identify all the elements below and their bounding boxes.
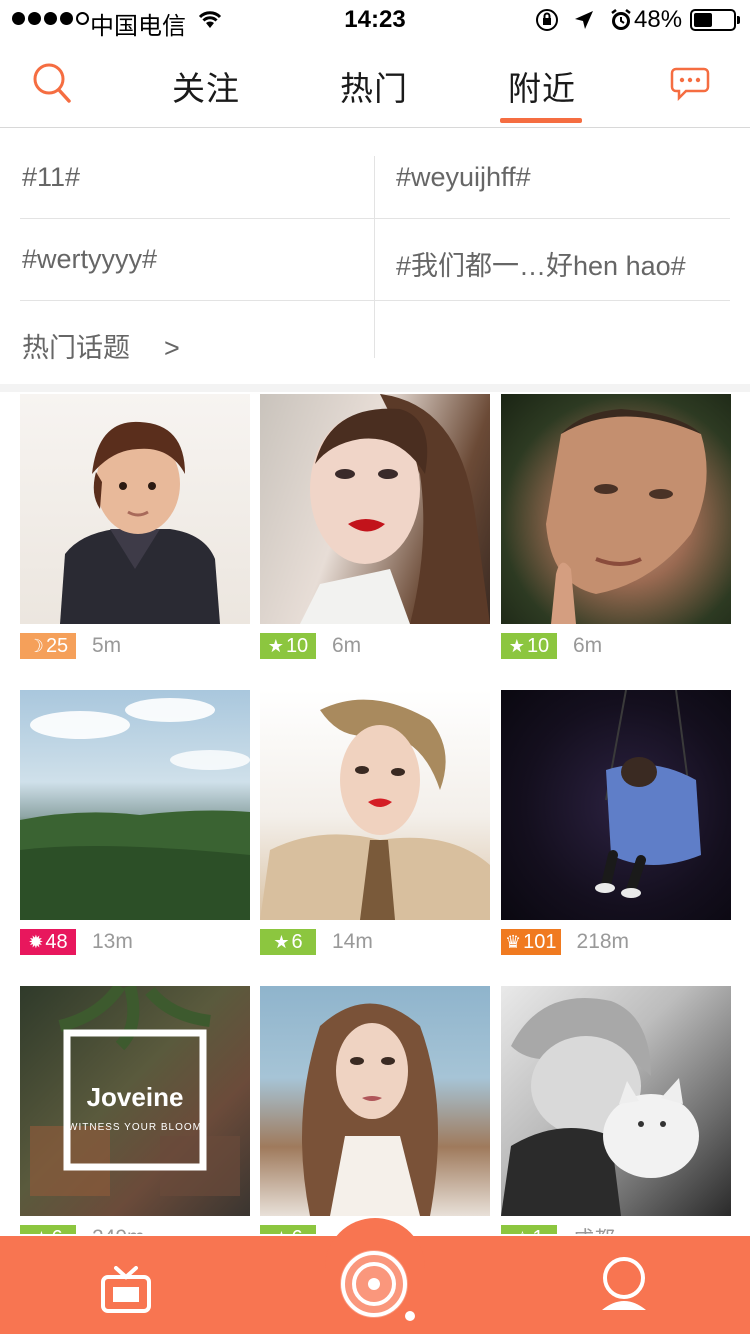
active-tab-indicator — [500, 118, 582, 123]
profile-icon[interactable] — [596, 1256, 652, 1317]
photo-man-portrait[interactable] — [501, 394, 731, 624]
photo-woman-long-hair[interactable] — [260, 986, 490, 1216]
star-icon: ★ — [273, 1228, 289, 1235]
badge-value: 1 — [533, 1227, 544, 1235]
battery-percent: 48% — [634, 6, 683, 33]
orientation-lock-icon — [535, 8, 559, 37]
grid-item[interactable]: ★ 10 6m — [501, 394, 731, 659]
item-meta: ☆ 1 成都 — [501, 1225, 615, 1234]
grid-item[interactable]: ☽ 25 5m — [20, 394, 250, 659]
alarm-icon — [609, 8, 633, 37]
top-navigation: 关注 热门 附近 — [0, 40, 750, 128]
location-label: 成都 — [573, 1223, 615, 1234]
divider — [20, 300, 730, 301]
item-meta: ★ 10 6m — [260, 633, 361, 659]
distance-label: 5m — [92, 634, 122, 657]
search-icon[interactable] — [32, 62, 72, 109]
overlay-subtitle: WITNESS YOUR BLOOM — [68, 1122, 202, 1133]
star-icon: ★ — [508, 635, 525, 656]
tab-nearby[interactable]: 附近 — [508, 62, 576, 110]
badge-value: 25 — [45, 634, 69, 657]
grid-item[interactable]: ☆ 1 成都 — [501, 986, 731, 1234]
tab-following[interactable]: 关注 — [172, 62, 240, 110]
grid-item[interactable]: Joveine WITNESS YOUR BLOOM ★ 6 249m — [20, 986, 250, 1234]
star-icon: ★ — [33, 1228, 49, 1235]
distance-label: 14m — [332, 930, 373, 953]
topic-link[interactable]: #wertyyyy# — [22, 244, 157, 275]
hot-topics-panel: #11# #weyuijhff# #wertyyyy# #我们都一…好hen h… — [0, 138, 750, 384]
topic-link[interactable]: #11# — [22, 162, 80, 193]
divider — [374, 156, 375, 358]
overlay-title: Joveine — [86, 1082, 184, 1112]
item-meta: ★ 6 249m — [20, 1225, 145, 1234]
battery-icon — [690, 9, 740, 31]
badge-value: 48 — [45, 930, 68, 953]
topic-link[interactable]: #我们都一…好hen hao# — [396, 244, 686, 283]
hot-topics-label: 热门话题 — [22, 333, 130, 363]
star-outline-icon: ☆ — [514, 1228, 530, 1235]
badge-value: 6 — [291, 930, 303, 953]
sun-badge: ✹ 48 — [20, 929, 76, 955]
record-icon[interactable] — [336, 1246, 420, 1331]
divider — [20, 218, 730, 219]
photo-girl-on-swing[interactable] — [501, 690, 731, 920]
grid-item[interactable]: ★ 6 — [260, 986, 490, 1234]
nearby-grid: ☽ 25 5m ★ 10 6m ★ 10 6m ✹ 48 13m ★ 6 14m… — [0, 392, 750, 1234]
star-badge: ★ 6 — [260, 1225, 316, 1234]
grid-item[interactable]: ★ 6 14m — [260, 690, 490, 955]
distance-label: 249m — [92, 1226, 145, 1234]
chevron-right-icon: > — [164, 333, 180, 363]
star-badge: ★ 6 — [20, 1225, 76, 1234]
badge-value: 101 — [523, 930, 557, 953]
item-meta: ★ 6 — [260, 1225, 332, 1234]
badge-value: 10 — [285, 634, 309, 657]
photo-plant-joveine[interactable]: Joveine WITNESS YOUR BLOOM — [20, 986, 250, 1216]
photo-woman-updo[interactable] — [260, 690, 490, 920]
badge-value: 6 — [52, 1227, 63, 1235]
section-divider — [0, 384, 750, 392]
star-icon: ★ — [273, 931, 290, 952]
photo-boy-portrait[interactable] — [20, 394, 250, 624]
photo-woman-red-lips[interactable] — [260, 394, 490, 624]
item-meta: ★ 10 6m — [501, 633, 602, 659]
badge-value: 10 — [526, 634, 550, 657]
photo-kid-with-kitten[interactable] — [501, 986, 731, 1216]
item-meta: ☽ 25 5m — [20, 633, 121, 659]
distance-label: 13m — [92, 930, 133, 953]
crown-badge: ♛ 101 — [501, 929, 561, 955]
distance-label: 218m — [576, 930, 630, 953]
location-icon — [573, 9, 595, 36]
status-bar: 中国电信 14:23 48% — [0, 0, 750, 40]
star-badge: ☆ 1 — [501, 1225, 557, 1234]
star-badge: ★ 10 — [260, 633, 316, 659]
photo-landscape-forest[interactable] — [20, 690, 250, 920]
item-meta: ✹ 48 13m — [20, 929, 133, 955]
tab-popular[interactable]: 热门 — [340, 62, 408, 110]
star-badge: ★ 6 — [260, 929, 316, 955]
star-icon: ★ — [267, 635, 284, 656]
distance-label: 6m — [573, 634, 603, 657]
moon-icon: ☽ — [27, 635, 44, 656]
grid-item[interactable]: ✹ 48 13m — [20, 690, 250, 955]
distance-label: 6m — [332, 634, 362, 657]
hot-topics-more-link[interactable]: 热门话题 > — [22, 326, 180, 365]
chat-bubble-icon[interactable] — [670, 66, 710, 107]
item-meta: ★ 6 14m — [260, 929, 373, 955]
topic-link[interactable]: #weyuijhff# — [396, 162, 531, 193]
grid-item[interactable]: ♛ 101 218m — [501, 690, 731, 955]
sun-icon: ✹ — [28, 931, 44, 952]
bottom-tab-bar — [0, 1218, 750, 1334]
item-meta: ♛ 101 218m — [501, 929, 629, 955]
moon-badge: ☽ 25 — [20, 633, 76, 659]
star-badge: ★ 10 — [501, 633, 557, 659]
crown-icon: ♛ — [505, 931, 522, 952]
tv-icon[interactable] — [100, 1266, 152, 1319]
badge-value: 6 — [292, 1227, 303, 1235]
grid-item[interactable]: ★ 10 6m — [260, 394, 490, 659]
